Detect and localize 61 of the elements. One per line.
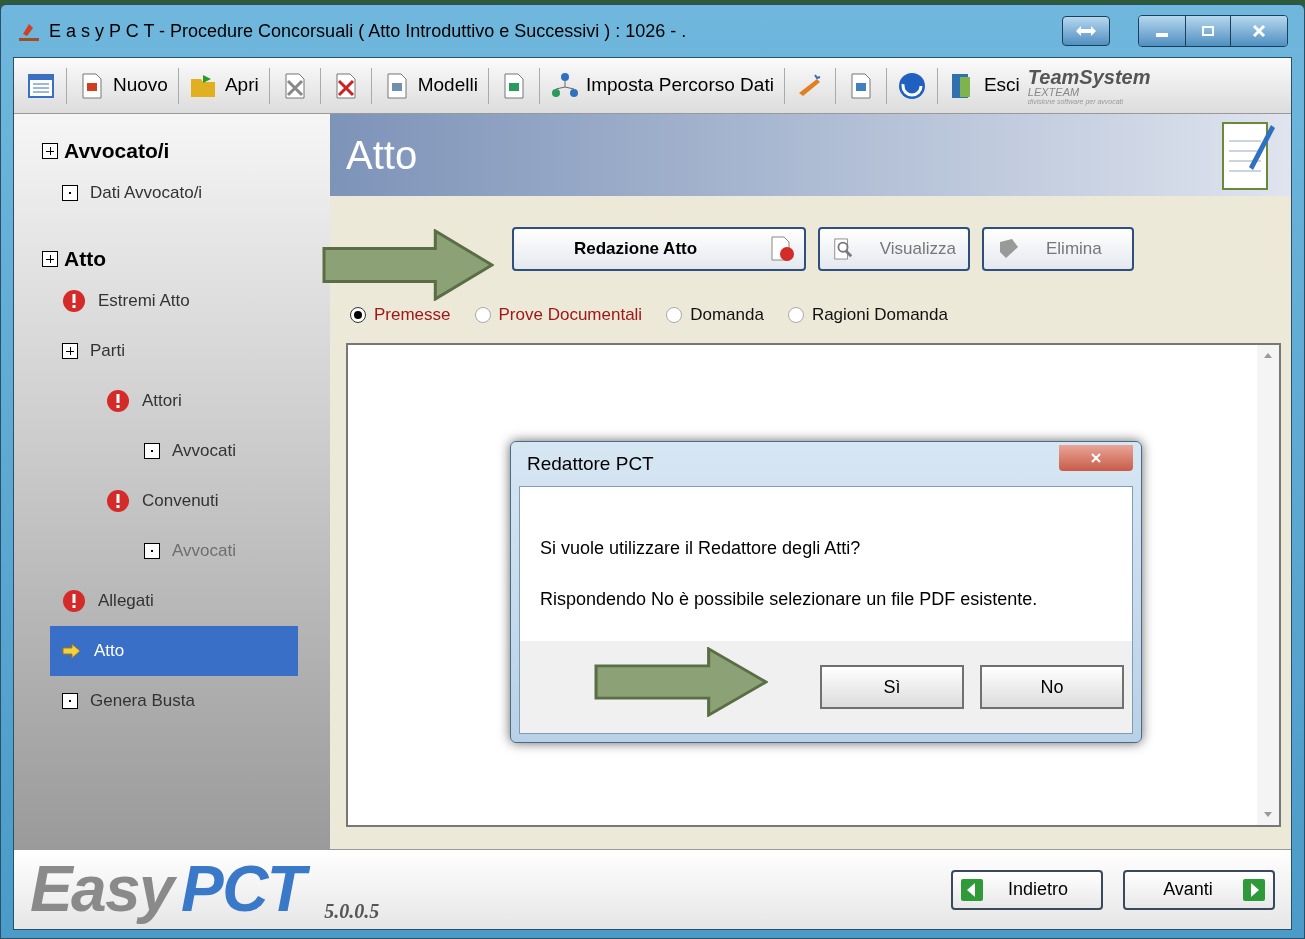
- action-button[interactable]: Elimina: [982, 227, 1134, 271]
- minimize-icon: [1156, 33, 1168, 37]
- toolbar-button[interactable]: Apri: [184, 62, 263, 109]
- toolbar-button[interactable]: Esci: [943, 62, 1024, 109]
- scrollbar[interactable]: [1257, 345, 1279, 825]
- nav-button[interactable]: Indietro: [951, 869, 1103, 910]
- window-title: E a s y P C T - Procedure Concorsuali ( Atto Introduttivo e Successivi ) : 1026 - .: [49, 19, 688, 43]
- toolbar-button[interactable]: Imposta Percorso Dati: [545, 62, 778, 109]
- tree-item[interactable]: Estremi Atto: [50, 276, 202, 326]
- section-radio[interactable]: Ragioni Domanda: [787, 302, 948, 328]
- maximize-button[interactable]: [1185, 16, 1231, 46]
- compose-button[interactable]: Redazione Atto: [512, 227, 806, 271]
- expand-icon[interactable]: [62, 343, 78, 359]
- nav-button[interactable]: Avanti: [1123, 869, 1275, 910]
- scroll-down-icon[interactable]: [1264, 812, 1272, 817]
- tree-item[interactable]: Convenuti: [94, 476, 231, 526]
- tree-item[interactable]: Genera Busta: [50, 676, 207, 726]
- toolbar-button[interactable]: Nuovo: [73, 62, 172, 109]
- tree-item[interactable]: Allegati: [50, 576, 166, 626]
- alert-icon: [106, 489, 130, 513]
- close-icon: [1252, 24, 1266, 38]
- brand-logo: TeamSystem: [1027, 66, 1151, 87]
- alert-icon: [62, 589, 86, 613]
- dialog-message: Si vuole utilizzare il Redattore degli Atti?: [540, 537, 862, 560]
- document-alert-icon: [768, 235, 796, 263]
- close-icon: [1090, 452, 1102, 464]
- action-button[interactable]: Visualizza: [818, 227, 970, 271]
- toolbar-button[interactable]: Modelli: [377, 62, 482, 109]
- alert-icon: [106, 389, 130, 413]
- expand-icon[interactable]: [42, 251, 58, 267]
- dialog-button[interactable]: Sì: [820, 665, 964, 709]
- leaf-node-icon: [144, 543, 160, 559]
- expand-icon[interactable]: [42, 143, 58, 159]
- section-radio[interactable]: Prove Documentali: [474, 302, 643, 328]
- tree-item[interactable]: Attori: [94, 376, 194, 426]
- logo-text: PCT: [181, 852, 317, 927]
- alert-icon: [62, 289, 86, 313]
- version-label: 5.0.0.5: [324, 899, 380, 925]
- leaf-node-icon: [62, 693, 78, 709]
- dialog-button[interactable]: No: [980, 665, 1124, 709]
- arrow-icon: [62, 643, 82, 659]
- maximize-icon: [1202, 26, 1214, 36]
- tree-group-title: Avvocato/i: [64, 138, 170, 165]
- logo-text: Easy: [30, 852, 182, 927]
- tree-item[interactable]: Dati Avvocato/i: [50, 168, 215, 218]
- section-radio[interactable]: Premesse: [350, 302, 451, 328]
- scroll-up-icon[interactable]: [1264, 353, 1272, 358]
- leaf-node-icon: [144, 443, 160, 459]
- section-radio[interactable]: Domanda: [666, 302, 764, 328]
- tree-item[interactable]: Avvocati: [132, 426, 248, 476]
- page-heading: Atto: [346, 132, 418, 179]
- leaf-node-icon: [62, 185, 78, 201]
- dialog-message: Rispondendo No è possibile selezionare un file PDF esistente.: [540, 588, 1039, 611]
- dialog-title: Redattore PCT: [527, 451, 654, 476]
- resize-icon: [1075, 25, 1097, 37]
- close-button[interactable]: [1059, 445, 1133, 471]
- tree-item[interactable]: Atto: [50, 626, 298, 676]
- product-name: LEXTEAM: [1027, 86, 1080, 98]
- tree-item[interactable]: Parti: [50, 326, 137, 376]
- tree-group-title: Atto: [64, 246, 106, 273]
- resize-button[interactable]: [1062, 16, 1110, 46]
